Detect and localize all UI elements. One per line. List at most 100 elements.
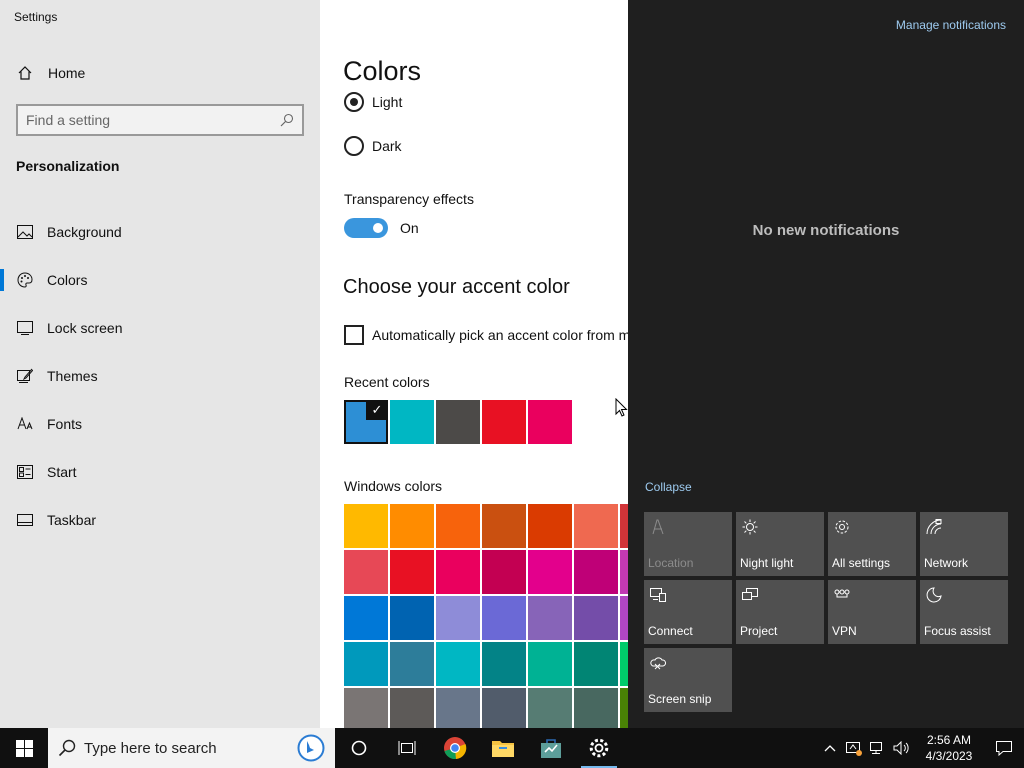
tile-focus-assist[interactable]: Focus assist [920,580,1008,644]
colors-page: Colors Light Dark Transparency effects O… [320,0,628,728]
moon-icon [925,586,943,604]
sidebar-item-fonts[interactable]: Fonts [0,400,320,448]
tile-network[interactable]: Network [920,512,1008,576]
recent-colors: ✓ [344,400,574,444]
windows-color-swatch[interactable] [574,596,618,640]
windows-color-swatch[interactable] [344,688,388,728]
ethernet-icon [870,742,882,754]
settings-app[interactable] [575,728,623,768]
windows-color-swatch[interactable] [620,550,628,594]
windows-color-swatch[interactable] [620,596,628,640]
transparency-toggle-row[interactable]: On [344,218,419,238]
action-center-button[interactable] [984,728,1024,768]
tile-connect[interactable]: Connect [644,580,732,644]
collapse-link[interactable]: Collapse [645,480,692,494]
tile-vpn[interactable]: VPN [828,580,916,644]
windows-color-swatch[interactable] [620,504,628,548]
nav-home[interactable]: Home [16,62,85,84]
taskbar-icon [16,511,34,529]
recent-color-swatch[interactable] [436,400,480,444]
windows-color-swatch[interactable] [620,642,628,686]
windows-color-swatch[interactable] [390,550,434,594]
task-view-button[interactable] [383,728,431,768]
windows-color-swatch[interactable] [436,688,480,728]
tile-project[interactable]: Project [736,580,824,644]
windows-color-swatch[interactable] [528,688,572,728]
recent-color-swatch[interactable] [482,400,526,444]
windows-color-swatch[interactable] [482,504,526,548]
network-icon [925,518,943,536]
windows-color-swatch[interactable] [620,688,628,728]
windows-color-swatch[interactable] [574,504,618,548]
auto-accent-option[interactable]: Automatically pick an accent color from … [344,325,628,345]
mode-light-option[interactable]: Light [344,92,402,112]
windows-color-swatch[interactable] [482,596,526,640]
windows-color-swatch[interactable] [390,504,434,548]
windows-color-swatch[interactable] [574,688,618,728]
tile-screen-snip[interactable]: Screen snip [644,648,732,712]
clock[interactable]: 2:56 AM 4/3/2023 [914,732,984,764]
windows-color-swatch[interactable] [436,596,480,640]
network-tray-button[interactable] [866,728,890,768]
windows-color-swatch[interactable] [574,642,618,686]
windows-color-swatch[interactable] [574,550,618,594]
tile-all-settings[interactable]: All settings [828,512,916,576]
windows-color-swatch[interactable] [390,688,434,728]
radio-light[interactable] [344,92,364,112]
recent-color-swatch[interactable] [390,400,434,444]
windows-color-swatch[interactable] [482,550,526,594]
windows-color-swatch[interactable] [344,596,388,640]
transparency-toggle[interactable] [344,218,388,238]
sidebar-item-lock-screen[interactable]: Lock screen [0,304,320,352]
tile-location[interactable]: Location [644,512,732,576]
find-setting-search[interactable] [16,104,304,136]
windows-color-swatch[interactable] [344,642,388,686]
store-app[interactable] [527,728,575,768]
lock-screen-icon [16,319,34,337]
sidebar-item-background[interactable]: Background [0,208,320,256]
sidebar-item-colors[interactable]: Colors [0,256,320,304]
recent-color-swatch[interactable] [528,400,572,444]
cortana-button[interactable] [335,728,383,768]
tile-label: Screen snip [648,692,712,706]
cortana-icon [351,740,367,756]
tile-night-light[interactable]: Night light [736,512,824,576]
windows-color-swatch[interactable] [390,642,434,686]
file-explorer-app[interactable] [479,728,527,768]
home-icon [16,64,34,82]
sidebar-item-start[interactable]: Start [0,448,320,496]
image-icon [16,223,34,241]
mouse-cursor [615,398,629,418]
radio-dark[interactable] [344,136,364,156]
windows-color-swatch[interactable] [528,504,572,548]
taskbar-search[interactable]: Type here to search [48,728,335,768]
sidebar-item-themes[interactable]: Themes [0,352,320,400]
night-light-icon [741,518,759,536]
vpn-icon [833,586,851,604]
show-hidden-icons-button[interactable] [818,728,842,768]
windows-color-swatch[interactable] [344,550,388,594]
volume-tray-button[interactable] [890,728,914,768]
windows-color-swatch[interactable] [436,642,480,686]
sidebar-item-taskbar[interactable]: Taskbar [0,496,320,544]
task-view-icon [398,741,416,755]
recent-color-swatch[interactable]: ✓ [344,400,388,444]
windows-color-swatch[interactable] [528,642,572,686]
windows-color-swatch[interactable] [436,550,480,594]
windows-color-swatch[interactable] [436,504,480,548]
windows-color-swatch[interactable] [390,596,434,640]
find-setting-input[interactable] [26,112,280,128]
auto-accent-checkbox[interactable] [344,325,364,345]
windows-color-swatch[interactable] [482,642,526,686]
windows-color-swatch[interactable] [344,504,388,548]
chrome-app[interactable] [431,728,479,768]
tile-label: Network [924,556,969,570]
windows-color-swatch[interactable] [482,688,526,728]
windows-color-swatch[interactable] [528,550,572,594]
tray-app-button[interactable] [842,728,866,768]
manage-notifications-link[interactable]: Manage notifications [896,18,1006,32]
mode-dark-option[interactable]: Dark [344,136,402,156]
start-button[interactable] [0,728,48,768]
windows-color-swatch[interactable] [528,596,572,640]
sidebar-item-label: Taskbar [47,512,97,528]
